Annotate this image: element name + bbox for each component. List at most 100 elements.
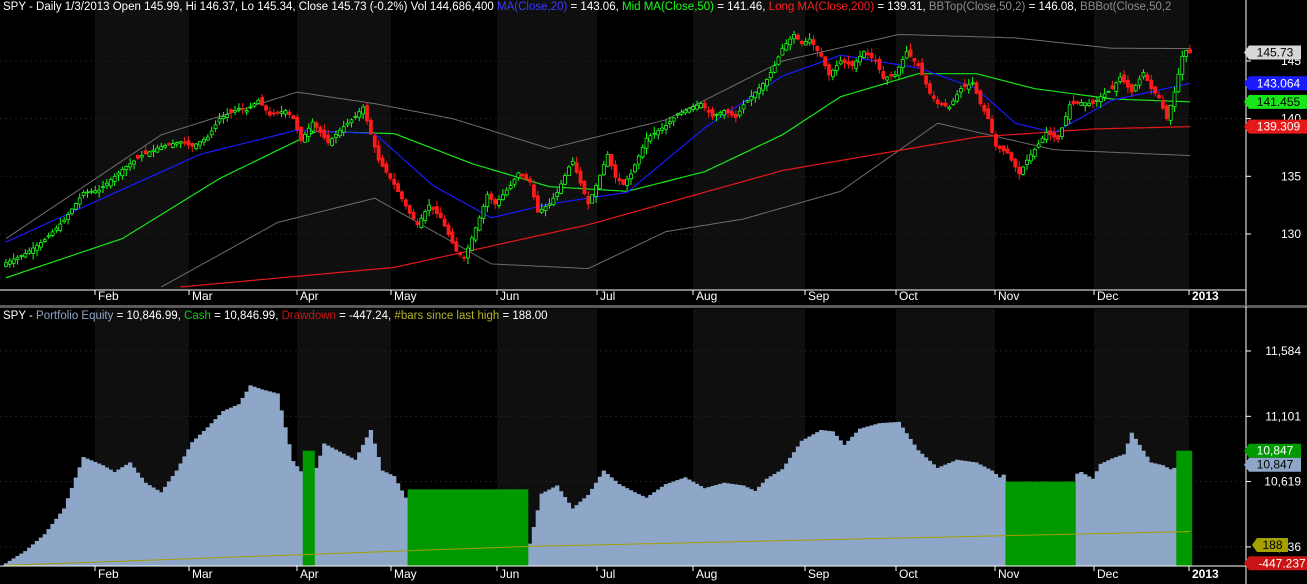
- candle-body: [566, 166, 571, 176]
- equity-bar: [795, 446, 801, 566]
- panel-divider[interactable]: [0, 305, 1307, 308]
- candle-body: [660, 127, 664, 131]
- candle-body: [35, 244, 39, 251]
- equity-bar: [733, 484, 738, 566]
- legend-part-7: #bars since last high: [394, 310, 500, 322]
- candle-body: [959, 88, 963, 93]
- candle-body: [924, 75, 928, 85]
- candle-body: [730, 111, 734, 116]
- equity-bar: [799, 440, 804, 566]
- equity-bar: [135, 472, 141, 566]
- y-tick-label: 135: [1281, 169, 1301, 183]
- candle-body: [834, 65, 839, 72]
- legend-part-6: = 139.31,: [874, 1, 929, 13]
- equity-bar: [927, 460, 933, 566]
- candle-body: [233, 109, 237, 113]
- candle-body: [504, 189, 509, 196]
- candle-body: [407, 205, 412, 214]
- equity-bar: [966, 461, 971, 566]
- candle-body: [139, 155, 144, 158]
- x-tick-label: Jul: [600, 567, 615, 581]
- equity-bar: [869, 425, 874, 566]
- x-tick-label: Apr: [300, 567, 319, 581]
- candle-body: [702, 102, 707, 109]
- equity-legend: SPY - Portfolio Equity = 10,846.99, Cash…: [3, 310, 548, 322]
- equity-bar: [1160, 465, 1166, 566]
- candle-body: [943, 102, 948, 107]
- candle-body: [710, 109, 715, 117]
- candle-body: [912, 58, 917, 62]
- price-marker-3-label: 139.309: [1257, 120, 1301, 134]
- equity-bar: [190, 442, 195, 566]
- candle-body: [155, 147, 160, 153]
- candle-body: [326, 134, 331, 144]
- candle-body: [372, 135, 377, 148]
- equity-bar: [194, 438, 199, 566]
- candle-body: [764, 79, 769, 87]
- candle-body: [815, 46, 820, 51]
- candle-body: [1153, 86, 1158, 94]
- candle-body: [42, 239, 47, 242]
- equity-bar: [558, 491, 564, 566]
- candle-body: [77, 197, 82, 205]
- equity-bar: [943, 464, 948, 566]
- candle-body: [120, 168, 125, 177]
- candle-body: [299, 126, 303, 141]
- candle-body: [733, 113, 738, 118]
- candle-body: [434, 206, 439, 214]
- equity-bar: [609, 477, 614, 566]
- equity-panel[interactable]: Feb Mar Apr May Jun Jul Aug Sep Oct Nov Dec 2013 10…: [0, 306, 1307, 584]
- equity-bar: [671, 481, 676, 566]
- x-tick-label: May: [394, 289, 417, 303]
- candle-body: [889, 74, 894, 77]
- equity-bar: [916, 450, 921, 566]
- equity-bar: [291, 461, 296, 566]
- equity-bar: [527, 543, 533, 566]
- equity-bar: [819, 429, 824, 566]
- equity-bar: [834, 435, 839, 566]
- equity-bar: [27, 547, 32, 566]
- candle-body: [1126, 79, 1130, 88]
- candle-body: [1017, 166, 1022, 175]
- candle-body: [908, 49, 913, 57]
- candle-body: [225, 114, 230, 118]
- candle-body: [656, 130, 661, 136]
- candle-body: [512, 178, 517, 185]
- equity-bar: [1145, 456, 1150, 566]
- candle-body: [256, 99, 261, 104]
- equity-bar: [826, 430, 832, 566]
- legend-part-0: SPY -: [3, 310, 37, 322]
- candle-body: [974, 82, 979, 94]
- candle-body: [784, 43, 789, 51]
- candle-body: [598, 174, 602, 189]
- cash-block: [1176, 450, 1193, 566]
- candle-body: [516, 172, 521, 179]
- candle-body: [850, 61, 855, 66]
- price-panel[interactable]: Feb Mar Apr May Jun Jul Aug Sep Oct Nov Dec 2013 13…: [0, 0, 1307, 307]
- candle-body: [1005, 148, 1010, 154]
- candle-body: [838, 60, 843, 65]
- equity-bar: [578, 501, 583, 566]
- equity-bar: [96, 463, 102, 566]
- candle-body: [1013, 158, 1018, 168]
- equity-bar: [1114, 457, 1119, 566]
- equity-bar: [745, 487, 750, 566]
- candle-body: [271, 112, 276, 115]
- candle-body: [159, 145, 164, 150]
- candle-body: [314, 122, 319, 128]
- legend-part-2: = 143.06,: [567, 1, 622, 13]
- equity-bar: [551, 487, 556, 566]
- equity-bar: [46, 529, 51, 566]
- equity-bar: [1098, 463, 1103, 566]
- equity-bar: [1102, 462, 1107, 566]
- equity-bar: [151, 487, 156, 566]
- x-tick-label: Sep: [808, 567, 830, 581]
- candle-body: [124, 166, 129, 171]
- equity-bar: [694, 483, 700, 566]
- equity-bar: [197, 434, 203, 566]
- equity-bar: [1094, 471, 1100, 566]
- candle-body: [811, 39, 816, 46]
- equity-bar: [698, 486, 704, 566]
- equity-bar: [590, 488, 595, 566]
- equity-bar: [287, 444, 292, 566]
